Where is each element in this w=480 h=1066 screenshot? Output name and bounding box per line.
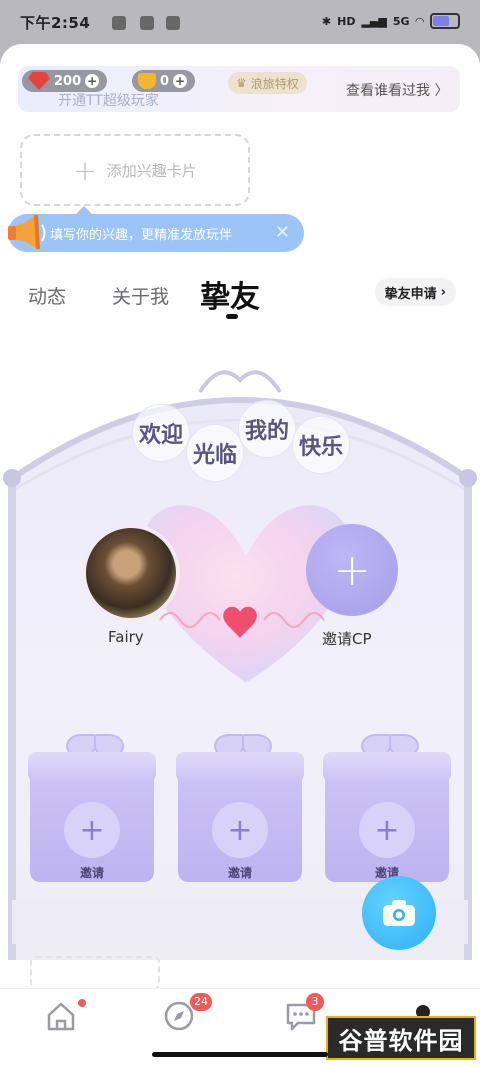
add-interest-label: 添加兴趣卡片 xyxy=(106,161,197,180)
placeholder-slot xyxy=(30,956,160,990)
privilege-badge[interactable]: ♛ 浪旅特权 xyxy=(228,72,307,94)
clock: 下午2:54 xyxy=(20,14,91,32)
app-notification-icon xyxy=(166,16,180,30)
gift-slot[interactable]: + 邀请 xyxy=(323,722,451,882)
home-indicator[interactable] xyxy=(152,1052,328,1057)
banner-bubble: 我的 xyxy=(238,400,296,458)
tab-about-me[interactable]: 关于我 xyxy=(112,282,169,309)
wifi-icon: ◠ xyxy=(415,14,424,28)
watermark-text: 谷普软件园 xyxy=(338,1026,464,1055)
privilege-label: 浪旅特权 xyxy=(250,76,299,91)
app-notification-icon xyxy=(140,16,154,30)
close-icon[interactable]: ✕ xyxy=(275,222,290,243)
banner-bubble: 欢迎 xyxy=(132,404,190,462)
app-notification-icon xyxy=(112,16,126,30)
active-tab-indicator xyxy=(226,314,238,319)
add-coins-icon[interactable]: + xyxy=(173,74,188,88)
gift-slot[interactable]: + 邀请 xyxy=(28,722,156,882)
user-avatar[interactable] xyxy=(82,524,180,622)
add-interest-card-button[interactable]: + 添加兴趣卡片 xyxy=(20,134,250,206)
plus-icon: + xyxy=(212,802,268,858)
plus-icon: + xyxy=(73,153,97,187)
friend-apply-label: 挚友申请 xyxy=(384,286,437,302)
coin-icon xyxy=(138,73,156,89)
gift-lid xyxy=(28,752,156,782)
status-bar: 下午2:54 ✱ HD ▂▄▆ 5G ◠ xyxy=(0,0,480,44)
camera-button[interactable] xyxy=(362,876,436,950)
gift-invite-label: 邀请 xyxy=(79,866,104,880)
gift-lid xyxy=(323,752,451,782)
messages-badge: 3 xyxy=(306,993,324,1011)
coin-balance[interactable]: 0 + xyxy=(132,70,196,92)
watermark-logo: 谷普软件园 xyxy=(326,1016,476,1060)
tab-moments[interactable]: 动态 xyxy=(28,282,66,309)
vip-promo-bar[interactable]: 200 + 0 + 开通TT超级玩家 ♛ 浪旅特权 查看谁看过我 〉 xyxy=(18,66,460,112)
gem-icon xyxy=(28,72,50,90)
profile-sheet: 200 + 0 + 开通TT超级玩家 ♛ 浪旅特权 查看谁看过我 〉 + 添加兴… xyxy=(0,44,480,1066)
invite-cp-label: 邀请CP xyxy=(322,630,372,648)
gift-slot[interactable]: + 邀请 xyxy=(176,722,304,882)
invite-cp-button[interactable]: + xyxy=(306,524,398,616)
tab-best-friends[interactable]: 挚友 xyxy=(200,272,260,316)
status-icons: ✱ HD ▂▄▆ 5G ◠ xyxy=(322,13,460,29)
add-gems-icon[interactable]: + xyxy=(85,74,100,88)
battery-icon xyxy=(430,13,460,29)
bluetooth-icon: ✱ xyxy=(321,14,332,28)
user-name: Fairy xyxy=(108,628,144,646)
crown-icon: ♛ xyxy=(236,76,247,90)
gem-balance[interactable]: 200 + xyxy=(22,70,108,92)
signal-label: HD xyxy=(337,14,356,28)
home-dot xyxy=(78,999,86,1007)
plus-icon: + xyxy=(359,802,415,858)
home-icon[interactable] xyxy=(44,999,78,1033)
megaphone-icon xyxy=(8,214,46,250)
chevron-right-icon: › xyxy=(440,284,446,300)
network-type: 5G xyxy=(392,14,410,28)
signal-icon: ▂▄▆ xyxy=(361,14,387,28)
camera-icon xyxy=(383,900,415,926)
gem-count: 200 xyxy=(54,73,82,89)
interest-tip: 填写你的兴趣，更精准发放玩伴 ✕ xyxy=(8,206,304,252)
coin-count: 0 xyxy=(160,73,170,89)
gift-lid xyxy=(176,752,304,782)
banner-bubble: 光临 xyxy=(186,424,244,482)
visitors-link[interactable]: 查看谁看过我 〉 xyxy=(346,80,448,100)
discover-badge: 24 xyxy=(190,993,212,1011)
promo-text: 开通TT超级玩家 xyxy=(58,93,159,109)
gift-invite-label: 邀请 xyxy=(227,866,252,880)
friend-apply-button[interactable]: 挚友申请 › xyxy=(374,278,456,306)
tip-text: 填写你的兴趣，更精准发放玩伴 xyxy=(50,227,233,243)
plus-icon: + xyxy=(333,544,371,596)
banner-bubble: 快乐 xyxy=(292,416,350,474)
plus-icon: + xyxy=(64,802,120,858)
